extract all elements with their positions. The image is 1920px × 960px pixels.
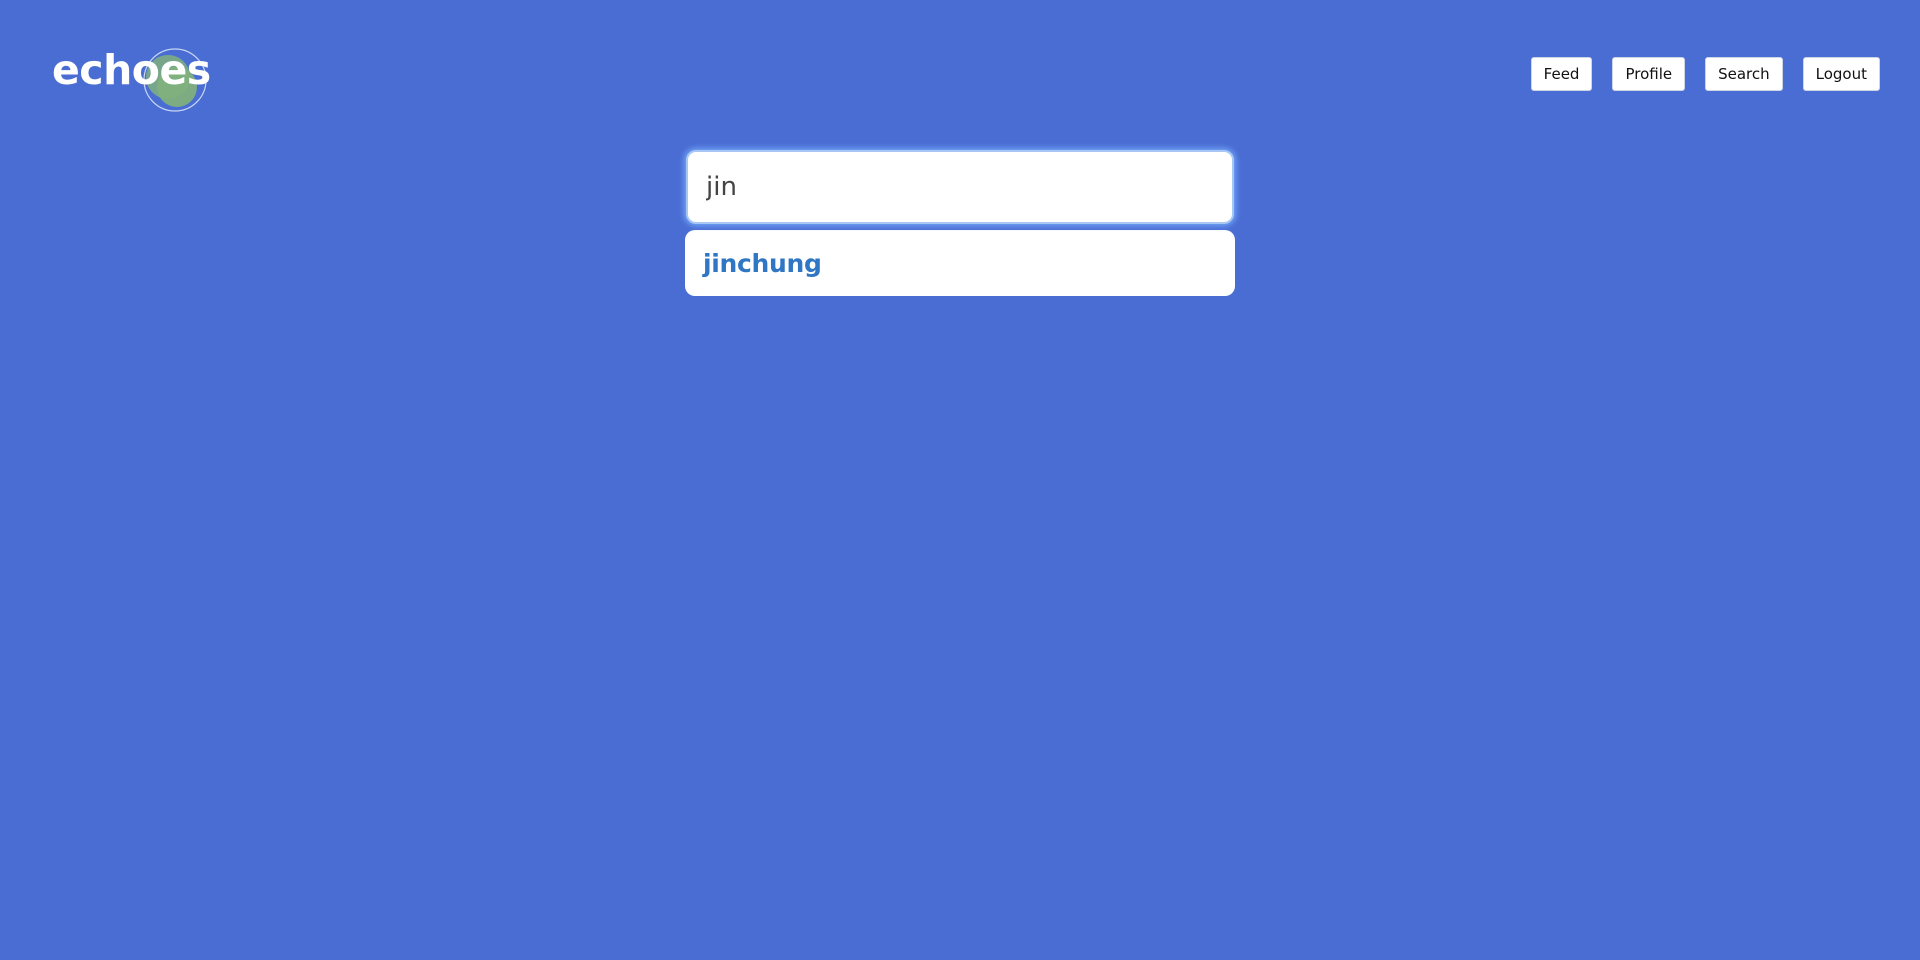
- logo-text: echoes: [52, 46, 211, 94]
- nav-profile-button[interactable]: Profile: [1612, 57, 1686, 91]
- search-results: jinchung: [685, 230, 1235, 296]
- top-nav: Feed Profile Search Logout: [1530, 57, 1880, 91]
- search-input[interactable]: [686, 150, 1234, 224]
- search-result-item[interactable]: jinchung: [685, 230, 1235, 296]
- nav-feed-button[interactable]: Feed: [1530, 57, 1593, 91]
- result-username-link[interactable]: jinchung: [703, 249, 822, 278]
- search-panel: jinchung: [685, 150, 1235, 296]
- echoes-logo[interactable]: echoes: [50, 46, 220, 116]
- nav-logout-button[interactable]: Logout: [1802, 57, 1880, 91]
- nav-search-button[interactable]: Search: [1705, 57, 1783, 91]
